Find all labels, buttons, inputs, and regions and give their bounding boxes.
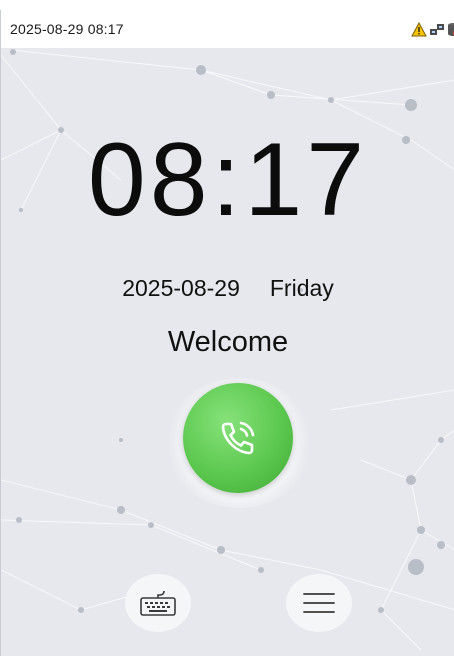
- call-button[interactable]: [183, 383, 293, 493]
- clock-weekday: Friday: [269, 275, 334, 301]
- status-icons: [411, 21, 454, 37]
- keyboard-icon: [140, 590, 176, 616]
- status-datetime: 2025-08-29 08:17: [10, 21, 124, 37]
- device-screen: 2025-08-29 08:17 08:17 2025-08-29 Friday: [0, 10, 454, 656]
- server-icon: [448, 22, 454, 36]
- network-icon: [430, 23, 444, 35]
- warning-icon: [411, 21, 427, 36]
- menu-button[interactable]: [286, 574, 352, 632]
- date-row: 2025-08-29 Friday: [1, 275, 454, 302]
- clock-time: 08:17: [87, 122, 369, 238]
- phone-call-icon: [221, 421, 255, 455]
- menu-icon: [303, 593, 335, 613]
- welcome-message: Welcome: [167, 326, 289, 358]
- clock-date: 2025-08-29: [122, 275, 240, 301]
- keyboard-button[interactable]: [125, 574, 191, 632]
- status-bar: 2025-08-29 08:17: [1, 10, 454, 48]
